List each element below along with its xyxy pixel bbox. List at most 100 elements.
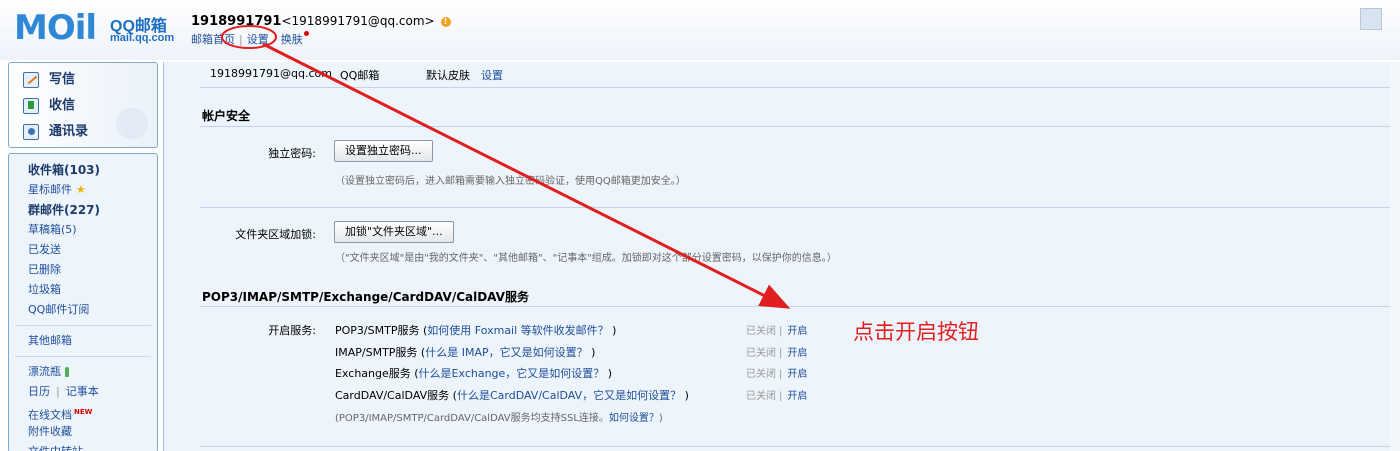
receive-label: 收信 xyxy=(49,98,76,113)
nav-separator: | xyxy=(239,33,243,46)
service-name: POP3/SMTP服务 xyxy=(335,324,420,337)
account-email: <1918991791@qq.com> xyxy=(281,14,435,28)
compose-label: 写信 xyxy=(49,72,76,87)
info-settings-link[interactable]: 设置 xyxy=(481,67,503,83)
top-nav: 邮箱首页 | 设置 - 换肤 xyxy=(191,31,309,47)
nav-skin[interactable]: 换肤 xyxy=(281,33,303,46)
divider xyxy=(200,207,1400,208)
notebook-link[interactable]: 记事本 xyxy=(66,385,99,398)
skin-thumbnail[interactable] xyxy=(1360,8,1382,30)
info-email: 1918991791@qq.com xyxy=(210,67,332,80)
service-name: Exchange服务 xyxy=(335,367,411,380)
pencil-icon xyxy=(23,72,39,88)
ssl-note: (POP3/IMAP/SMTP/CardDAV/CalDAV服务均支持SSL连接… xyxy=(335,409,663,424)
folder-subscriptions[interactable]: QQ邮件订阅 xyxy=(9,300,157,320)
enable-imap-button[interactable]: 开启 xyxy=(787,348,807,359)
enable-pop3-button[interactable]: 开启 xyxy=(787,326,807,337)
ssl-help-link[interactable]: 如何设置？ xyxy=(609,413,659,424)
bottle-icon xyxy=(65,367,69,377)
divider xyxy=(200,446,1400,447)
quick-actions: 写信 收信 通讯录 xyxy=(8,62,158,148)
enable-exchange-button[interactable]: 开启 xyxy=(787,369,807,380)
warning-icon[interactable]: ! xyxy=(440,16,451,27)
separator: | xyxy=(779,369,783,380)
separator: | xyxy=(779,391,783,402)
services-title: POP3/IMAP/SMTP/Exchange/CardDAV/CalDAV服务 xyxy=(202,290,529,304)
folder-drafts[interactable]: 草稿箱(5) xyxy=(9,220,157,240)
folder-deleted[interactable]: 已删除 xyxy=(9,260,157,280)
account-name: 1918991791 xyxy=(191,14,282,29)
drift-bottle-label: 漂流瓶 xyxy=(28,365,61,378)
info-skin: 默认皮肤 xyxy=(426,69,470,82)
contacts-icon xyxy=(23,124,39,140)
ssl-note-end: ) xyxy=(658,413,663,424)
new-badge: NEW xyxy=(74,408,93,416)
left-sidebar: 写信 收信 通讯录 收件箱(103) 星标邮件 ★ 群邮件(227) 草稿箱(5)… xyxy=(8,62,160,451)
security-title: 帐户安全 xyxy=(202,109,251,123)
folder-starred[interactable]: 星标邮件 ★ xyxy=(9,180,157,200)
folder-lock-note: （"文件夹区域"是由"我的文件夹"、"其他邮箱"、"记事本"组成。加锁即对这个部… xyxy=(335,253,837,264)
divider xyxy=(200,87,1400,88)
status-text: 已关闭 xyxy=(746,391,776,402)
service-help-link[interactable]: 什么是CardDAV/CalDAV，它又是如何设置？ xyxy=(457,389,681,402)
divider xyxy=(200,306,1400,307)
drift-bottle-link[interactable]: 漂流瓶 xyxy=(9,362,157,382)
top-header: MOil QQ邮箱 mail.qq.com 1918991791<1918991… xyxy=(0,0,1400,60)
nav-mail-home[interactable]: 邮箱首页 xyxy=(191,33,235,46)
independent-password-label: 独立密码: xyxy=(268,147,316,160)
set-password-button[interactable]: 设置独立密码... xyxy=(334,140,433,162)
account-info: 1918991791<1918991791@qq.com>! xyxy=(191,14,451,29)
download-icon xyxy=(23,98,39,114)
service-row-pop3: POP3/SMTP服务 (如何使用 Foxmail 等软件收发邮件？ ) xyxy=(335,324,617,337)
settings-main: 1918991791@qq.com QQ邮箱 默认皮肤 设置 帐户安全 独立密码… xyxy=(163,62,1400,451)
divider xyxy=(200,126,1400,127)
folder-list: 收件箱(103) 星标邮件 ★ 群邮件(227) 草稿箱(5) 已发送 已删除 垃… xyxy=(8,153,158,451)
calendar-link[interactable]: 日历 xyxy=(28,385,50,398)
attachments-link[interactable]: 附件收藏 xyxy=(9,422,157,442)
service-status-exchange: 已关闭 | 开启 xyxy=(746,365,807,380)
online-docs-label: 在线文档 xyxy=(28,408,72,422)
service-row-imap: IMAP/SMTP服务 (什么是 IMAP，它又是如何设置？ ) xyxy=(335,346,596,359)
enable-caldav-button[interactable]: 开启 xyxy=(787,391,807,402)
file-transfer-link[interactable]: 文件中转站 xyxy=(9,442,157,451)
star-icon: ★ xyxy=(76,183,86,196)
service-name: IMAP/SMTP服务 xyxy=(335,346,418,359)
logo-domain-text: mail.qq.com xyxy=(110,32,175,44)
separator: | xyxy=(779,348,783,359)
info-type: QQ邮箱 xyxy=(340,69,380,82)
service-help-link[interactable]: 如何使用 Foxmail 等软件收发邮件？ xyxy=(427,324,608,337)
qq-mail-logo[interactable]: MOil QQ邮箱 mail.qq.com xyxy=(14,10,194,46)
online-docs-link[interactable]: 在线文档 NEW xyxy=(9,402,157,422)
annotation-text: 点击开启按钮 xyxy=(853,320,979,344)
service-status-imap: 已关闭 | 开启 xyxy=(746,344,807,359)
logo-mark: MOil xyxy=(14,8,97,48)
divider xyxy=(15,325,151,326)
service-row-exchange: Exchange服务 (什么是Exchange，它又是如何设置？ ) xyxy=(335,367,613,380)
divider xyxy=(15,356,151,357)
status-text: 已关闭 xyxy=(746,348,776,359)
service-status-caldav: 已关闭 | 开启 xyxy=(746,387,807,402)
contacts-label: 通讯录 xyxy=(49,124,89,139)
status-text: 已关闭 xyxy=(746,326,776,337)
calendar-row: 日历 | 记事本 xyxy=(9,382,157,402)
password-note: （设置独立密码后，进入邮箱需要输入独立密码验证，使用QQ邮箱更加安全。） xyxy=(335,176,686,187)
folder-lock-label: 文件夹区域加锁: xyxy=(235,228,316,241)
folder-spam[interactable]: 垃圾箱 xyxy=(9,280,157,300)
nav-settings[interactable]: 设置 xyxy=(247,33,269,46)
folder-inbox[interactable]: 收件箱(103) xyxy=(9,160,157,180)
ssl-note-text: (POP3/IMAP/SMTP/CardDAV/CalDAV服务均支持SSL连接… xyxy=(335,413,609,424)
service-name: CardDAV/CalDAV服务 xyxy=(335,389,450,402)
folder-sent[interactable]: 已发送 xyxy=(9,240,157,260)
separator: | xyxy=(56,385,60,398)
service-help-link[interactable]: 什么是Exchange，它又是如何设置？ xyxy=(419,367,605,380)
service-row-caldav: CardDAV/CalDAV服务 (什么是CardDAV/CalDAV，它又是如… xyxy=(335,389,689,402)
scrollbar[interactable] xyxy=(1390,62,1400,451)
separator: | xyxy=(779,326,783,337)
folder-group-mail[interactable]: 群邮件(227) xyxy=(9,200,157,220)
service-status-pop3: 已关闭 | 开启 xyxy=(746,322,807,337)
other-mailboxes[interactable]: 其他邮箱 xyxy=(9,331,157,351)
lock-folders-button[interactable]: 加锁"文件夹区域"... xyxy=(334,221,454,243)
compose-button[interactable]: 写信 xyxy=(9,67,157,93)
service-help-link[interactable]: 什么是 IMAP，它又是如何设置？ xyxy=(425,346,587,359)
new-dot-icon xyxy=(303,31,309,36)
